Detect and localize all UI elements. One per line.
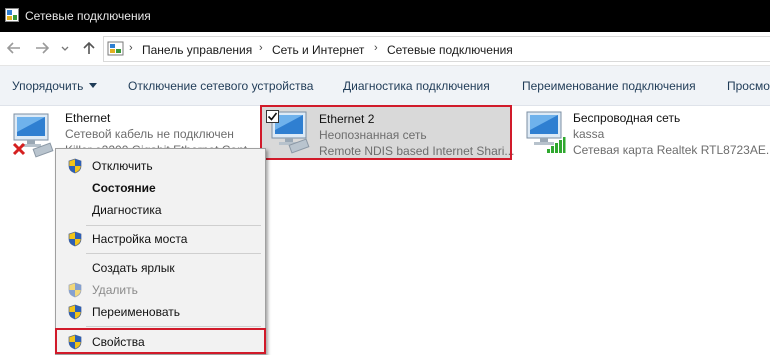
shield-icon bbox=[68, 304, 82, 320]
menu-item-diagnose[interactable]: Диагностика bbox=[56, 199, 265, 221]
menu-item-create-shortcut[interactable]: Создать ярлык bbox=[56, 257, 265, 279]
window-title: Сетевые подключения bbox=[25, 9, 151, 23]
connection-name: Беспроводная сеть bbox=[573, 111, 681, 125]
view-status-button[interactable]: Просмо bbox=[727, 79, 770, 93]
connection-status: Неопознанная сеть bbox=[319, 128, 427, 142]
breadcrumb-control-panel[interactable]: Панель управления bbox=[142, 43, 252, 57]
command-bar: Упорядочить Отключение сетевого устройст… bbox=[0, 66, 770, 106]
menu-item-label: Отключить bbox=[92, 159, 153, 173]
menu-item-label: Создать ярлык bbox=[92, 261, 175, 275]
connection-adapter: Remote NDIS based Internet Shari... bbox=[319, 144, 515, 158]
menu-item-label: Состояние bbox=[92, 181, 156, 195]
connection-wireless[interactable]: Беспроводная сеть kassa Сетевая карта Re… bbox=[515, 106, 770, 157]
address-field[interactable]: › Панель управления › Сеть и Интернет › … bbox=[103, 36, 770, 62]
connection-adapter: Сетевая карта Realtek RTL8723AE... bbox=[573, 143, 770, 157]
network-folder-icon bbox=[107, 41, 124, 56]
menu-item-status[interactable]: Состояние bbox=[56, 177, 265, 199]
shield-icon bbox=[68, 158, 82, 174]
disable-device-button[interactable]: Отключение сетевого устройства bbox=[128, 79, 313, 93]
forward-arrow-icon[interactable] bbox=[34, 40, 50, 56]
chevron-down-icon[interactable] bbox=[89, 83, 97, 88]
title-bar: Сетевые подключения bbox=[0, 0, 770, 32]
breadcrumb-separator: › bbox=[129, 42, 133, 54]
context-menu: Отключить Состояние Диагностика Настройк… bbox=[55, 148, 266, 355]
wifi-bars-icon bbox=[547, 137, 566, 153]
menu-separator bbox=[86, 326, 261, 327]
connection-status: Сетевой кабель не подключен bbox=[65, 127, 234, 141]
rename-button[interactable]: Переименование подключения bbox=[522, 79, 696, 93]
back-arrow-icon[interactable] bbox=[6, 40, 22, 56]
diagnose-button[interactable]: Диагностика подключения bbox=[343, 79, 490, 93]
connection-ethernet-2[interactable]: Ethernet 2 Неопознанная сеть Remote NDIS… bbox=[260, 105, 515, 160]
checkbox-icon[interactable] bbox=[266, 110, 279, 123]
up-arrow-icon[interactable] bbox=[81, 40, 97, 56]
connection-name: Ethernet bbox=[65, 111, 111, 125]
menu-item-label: Удалить bbox=[92, 283, 138, 297]
app-icon bbox=[5, 8, 19, 22]
breadcrumb-network-connections[interactable]: Сетевые подключения bbox=[387, 43, 513, 57]
menu-item-label: Диагностика bbox=[92, 203, 162, 217]
shield-icon bbox=[68, 231, 82, 247]
menu-item-label: Настройка моста bbox=[92, 232, 188, 246]
organize-button[interactable]: Упорядочить bbox=[12, 79, 83, 93]
menu-separator bbox=[86, 253, 261, 254]
connection-name: Ethernet 2 bbox=[319, 112, 375, 126]
breadcrumb-network-internet[interactable]: Сеть и Интернет bbox=[272, 43, 364, 57]
breadcrumb-separator: › bbox=[259, 42, 263, 54]
menu-item-disable[interactable]: Отключить bbox=[56, 155, 265, 177]
address-bar: › Панель управления › Сеть и Интернет › … bbox=[0, 32, 770, 66]
menu-item-properties[interactable]: Свойства bbox=[55, 328, 266, 354]
shield-icon bbox=[68, 282, 82, 298]
menu-item-rename[interactable]: Переименовать bbox=[56, 301, 265, 323]
connection-status: kassa bbox=[573, 127, 605, 141]
chevron-down-icon[interactable] bbox=[60, 40, 70, 56]
breadcrumb-separator: › bbox=[374, 42, 378, 54]
menu-item-label: Свойства bbox=[92, 335, 145, 349]
menu-item-delete: Удалить bbox=[56, 279, 265, 301]
menu-separator bbox=[86, 225, 261, 226]
disconnected-x-icon bbox=[12, 142, 26, 156]
menu-item-bridge[interactable]: Настройка моста bbox=[56, 228, 265, 250]
menu-item-label: Переименовать bbox=[92, 305, 180, 319]
shield-icon bbox=[68, 334, 82, 350]
